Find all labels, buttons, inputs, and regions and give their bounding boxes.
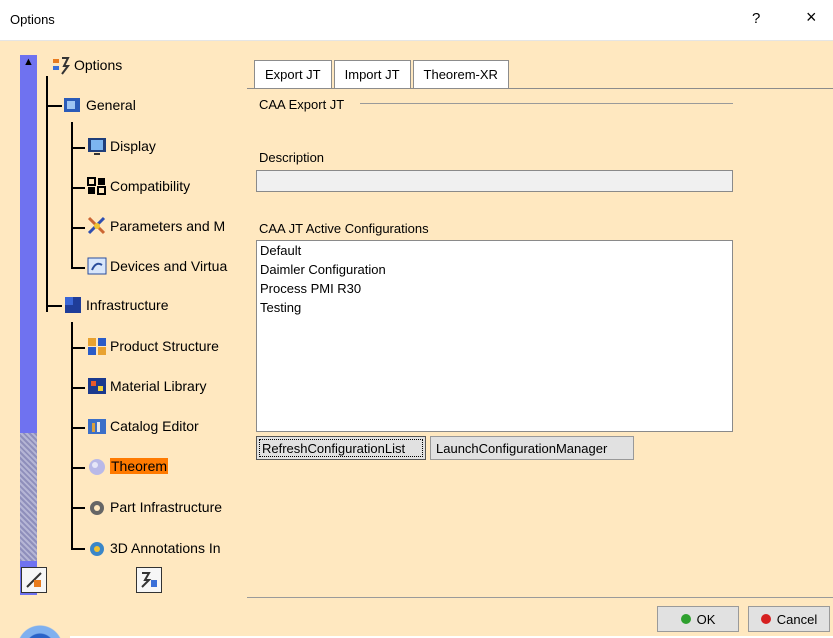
tree-line [46, 305, 62, 307]
list-item[interactable]: Process PMI R30 [257, 279, 732, 298]
tree-item-devices[interactable]: Devices and Virtua [86, 255, 227, 277]
list-item[interactable]: Testing [257, 298, 732, 317]
tab-import-jt[interactable]: Import JT [333, 60, 411, 89]
list-item[interactable]: Default [257, 241, 732, 260]
tree-collapse-icon[interactable] [136, 567, 162, 593]
tree-line [46, 105, 62, 107]
scroll-thumb[interactable] [20, 433, 37, 561]
tree-line [71, 387, 85, 389]
tree-item-product-structure[interactable]: Product Structure [86, 335, 219, 357]
tree-scrollbar[interactable]: ▲ ▼ [20, 55, 37, 595]
window-title: Options [10, 12, 55, 27]
theorem-globe-icon [86, 455, 108, 477]
tree-line [71, 548, 85, 550]
app-logo-icon [0, 598, 70, 638]
tree-expand-icon[interactable] [21, 567, 47, 593]
cancel-button[interactable]: Cancel [748, 606, 830, 632]
refresh-configuration-list-button[interactable]: RefreshConfigurationList [256, 436, 426, 460]
help-button[interactable]: ? [752, 10, 760, 27]
tree-label: 3D Annotations In [110, 540, 221, 556]
tree-line [71, 267, 85, 269]
compatibility-grid-icon [86, 175, 108, 197]
tree-item-theorem[interactable]: Theorem [86, 455, 169, 477]
options-tree-icon [50, 54, 72, 76]
tree-item-part-infrastructure[interactable]: Part Infrastructure [86, 496, 222, 518]
tree-line [71, 347, 85, 349]
tree-line [71, 322, 73, 550]
tree-line [71, 507, 85, 509]
group-divider [360, 103, 733, 104]
description-label: Description [259, 150, 325, 165]
tree-label: Infrastructure [86, 297, 169, 313]
display-monitor-icon [86, 135, 108, 157]
cancel-dot-icon [760, 614, 771, 624]
tab-bar: Export JT Import JT Theorem-XR [254, 60, 511, 89]
tree-item-catalog-editor[interactable]: Catalog Editor [86, 415, 199, 437]
tree-item-parameters[interactable]: Parameters and M [86, 215, 225, 237]
tree-label: Display [110, 138, 156, 154]
tree-label: Material Library [110, 378, 207, 394]
cancel-label: Cancel [776, 611, 818, 627]
tree-label-selected: Theorem [110, 458, 169, 474]
catalog-editor-icon [86, 415, 108, 437]
tree-item-3d-annotations[interactable]: 3D Annotations In [86, 537, 221, 559]
tree-item-options[interactable]: Options [50, 54, 122, 76]
footer-divider [247, 597, 833, 598]
material-library-icon [86, 375, 108, 397]
tree-item-infrastructure[interactable]: Infrastructure [62, 294, 168, 316]
tree-line [71, 227, 85, 229]
tree-label: Product Structure [110, 338, 219, 354]
tree-label: Devices and Virtua [110, 258, 228, 274]
tree-label: Options [74, 57, 123, 73]
devices-hand-icon [86, 255, 108, 277]
title-bar: Options ? × [0, 0, 833, 41]
tree-item-display[interactable]: Display [86, 135, 156, 157]
tree-item-compatibility[interactable]: Compatibility [86, 175, 190, 197]
ok-button[interactable]: OK [657, 606, 739, 632]
general-folder-icon [62, 94, 84, 116]
tree-line [46, 76, 48, 312]
launch-configuration-manager-button[interactable]: LaunchConfigurationManager [430, 436, 634, 460]
tab-theorem-xr[interactable]: Theorem-XR [412, 60, 509, 89]
tree-line [71, 427, 85, 429]
ok-label: OK [696, 611, 716, 627]
configs-label: CAA JT Active Configurations [259, 221, 429, 236]
tree-line [71, 187, 85, 189]
parameters-tools-icon [86, 215, 108, 237]
infrastructure-cube-icon [62, 294, 84, 316]
close-button[interactable]: × [806, 7, 817, 28]
tab-export-jt[interactable]: Export JT [254, 60, 332, 89]
tree-item-material-library[interactable]: Material Library [86, 375, 206, 397]
annotations-gear-icon [86, 537, 108, 559]
tree-label: Parameters and M [110, 218, 226, 234]
ok-dot-icon [680, 614, 691, 624]
tree-line [71, 467, 85, 469]
tree-line [71, 147, 85, 149]
group-title: CAA Export JT [259, 97, 345, 112]
configurations-list[interactable]: Default Daimler Configuration Process PM… [256, 240, 733, 432]
tree-label: Compatibility [110, 178, 191, 194]
list-item[interactable]: Daimler Configuration [257, 260, 732, 279]
scroll-up-arrow-icon[interactable]: ▲ [21, 55, 36, 70]
tree-label: Catalog Editor [110, 418, 199, 434]
tree-label: Part Infrastructure [110, 499, 223, 515]
part-infrastructure-gear-icon [86, 496, 108, 518]
tree-item-general[interactable]: General [62, 94, 136, 116]
description-field[interactable] [256, 170, 733, 192]
tab-divider [247, 88, 833, 89]
tree-line [71, 122, 73, 268]
product-structure-icon [86, 335, 108, 357]
tree-label: General [86, 97, 136, 113]
